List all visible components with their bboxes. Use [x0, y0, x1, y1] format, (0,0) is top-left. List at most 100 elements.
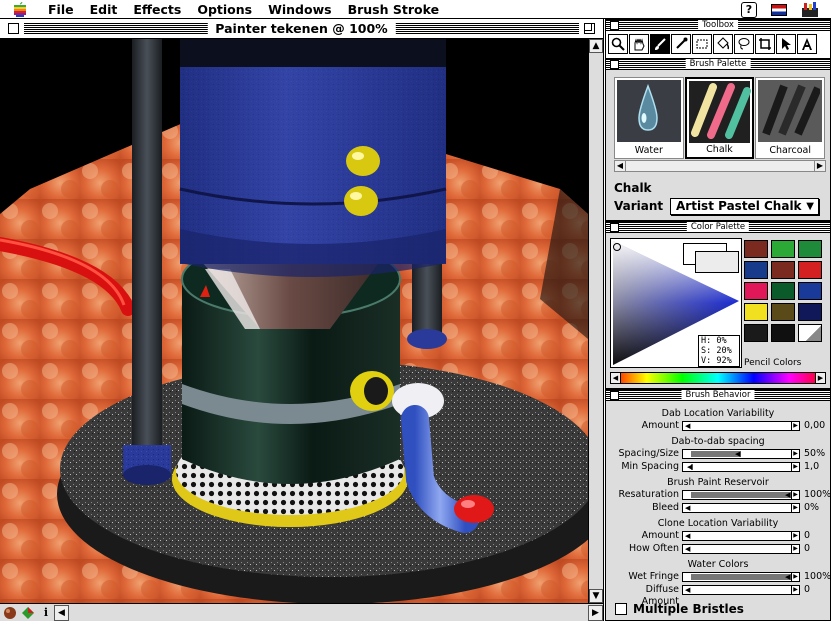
checkbox-icon[interactable]	[615, 603, 627, 615]
hue-left-arrow-icon[interactable]: ◀	[611, 373, 621, 383]
slider-right-arrow-icon[interactable]: ▶	[791, 532, 799, 540]
slider-thumb-icon[interactable]: ◀	[735, 450, 742, 458]
hue-right-arrow-icon[interactable]: ▶	[815, 373, 825, 383]
color-palette-close-box[interactable]	[610, 223, 619, 232]
brush-behavior-title-bar[interactable]: Brush Behavior	[606, 390, 830, 401]
multiple-bristles-checkbox[interactable]: Multiple Bristles	[615, 602, 744, 616]
color-swatch[interactable]	[771, 324, 795, 342]
color-swatch[interactable]	[798, 282, 822, 300]
brush-water[interactable]: Water	[614, 77, 684, 159]
color-swatch[interactable]	[798, 240, 822, 258]
slider-right-arrow-icon[interactable]: ▶	[791, 545, 799, 553]
color-swatch[interactable]	[771, 261, 795, 279]
brush-palette-close-box[interactable]	[610, 60, 619, 69]
menu-file[interactable]: File	[40, 0, 82, 19]
slider-right-arrow-icon[interactable]: ▶	[791, 491, 799, 499]
color-swatch[interactable]	[744, 282, 768, 300]
document-title-bar[interactable]: Painter tekenen @ 100%	[0, 19, 603, 39]
color-swatch[interactable]	[771, 282, 795, 300]
brush-chalk[interactable]: Chalk	[684, 77, 755, 159]
lasso-tool-icon[interactable]	[734, 34, 754, 54]
apple-menu-icon[interactable]	[0, 0, 40, 19]
menu-brush-stroke[interactable]: Brush Stroke	[340, 0, 447, 19]
painting-canvas[interactable]	[0, 39, 588, 603]
scroll-right-icon[interactable]: ▶	[588, 604, 603, 621]
slider-right-arrow-icon[interactable]: ▶	[791, 422, 799, 430]
slider-track[interactable]: ◀ ▶	[682, 544, 800, 554]
slider-right-arrow-icon[interactable]: ▶	[791, 450, 799, 458]
toolbox-title-bar[interactable]: Toolbox	[606, 20, 830, 31]
primary-color-swatch[interactable]	[695, 251, 739, 273]
hue-slider[interactable]: ◀ ▶	[610, 372, 826, 384]
slider-thumb-icon[interactable]: ◀	[685, 545, 692, 553]
brush-scroll-left-icon[interactable]: ◀	[615, 161, 626, 171]
color-swatch[interactable]	[744, 240, 768, 258]
vertical-scrollbar[interactable]: ▲ ▼	[588, 39, 603, 603]
grabber-tool-icon[interactable]	[629, 34, 649, 54]
color-swatch[interactable]	[798, 303, 822, 321]
color-sets-icon[interactable]	[20, 605, 36, 621]
toolbox-close-box[interactable]	[610, 21, 619, 30]
menu-windows[interactable]: Windows	[260, 0, 340, 19]
brush-scroll-right-icon[interactable]: ▶	[814, 161, 825, 171]
slider-track[interactable]: ◀ ▶	[682, 490, 800, 500]
dropdown-arrow-icon: ▼	[806, 201, 814, 212]
slider-right-arrow-icon[interactable]: ▶	[791, 504, 799, 512]
brush-palette-title-bar[interactable]: Brush Palette	[606, 59, 830, 70]
color-swatch[interactable]	[744, 303, 768, 321]
color-swatch[interactable]	[744, 261, 768, 279]
menu-edit[interactable]: Edit	[82, 0, 126, 19]
scroll-down-icon[interactable]: ▼	[589, 589, 603, 603]
paper-texture-icon[interactable]	[2, 605, 18, 621]
text-tool-icon[interactable]	[797, 34, 817, 54]
arrow-tool-icon[interactable]	[776, 34, 796, 54]
keyboard-flag-icon[interactable]	[771, 3, 787, 16]
slider-thumb-icon[interactable]: ◀	[687, 463, 694, 471]
slider-right-arrow-icon[interactable]: ▶	[791, 573, 799, 581]
horizontal-scroll-track[interactable]	[69, 604, 588, 621]
info-icon[interactable]: i	[38, 605, 54, 621]
slider-track[interactable]: ◀ ▶	[682, 421, 800, 431]
slider-track[interactable]: ◀ ▶	[682, 585, 800, 595]
color-swatch[interactable]	[798, 324, 822, 342]
slider-label: Amount	[641, 420, 679, 431]
color-palette-title-bar[interactable]: Color Palette	[606, 222, 830, 233]
rectangle-select-tool-icon[interactable]	[692, 34, 712, 54]
slider-thumb-icon[interactable]: ◀	[685, 422, 692, 430]
slider-thumb-icon[interactable]: ◀	[685, 586, 692, 594]
slider-right-arrow-icon[interactable]: ▶	[791, 463, 799, 471]
scroll-left-icon[interactable]: ◀	[54, 604, 69, 621]
menu-effects[interactable]: Effects	[125, 0, 189, 19]
close-box[interactable]	[8, 23, 19, 34]
menu-options[interactable]: Options	[189, 0, 260, 19]
slider-track[interactable]: ◀ ▶	[682, 531, 800, 541]
color-swatch[interactable]	[771, 303, 795, 321]
brush-tool-icon[interactable]	[650, 34, 670, 54]
help-balloon-icon[interactable]: ?	[741, 1, 757, 18]
paint-bucket-tool-icon[interactable]	[713, 34, 733, 54]
color-swatch[interactable]	[771, 240, 795, 258]
variant-dropdown[interactable]: Artist Pastel Chalk ▼	[670, 198, 819, 215]
color-swatch[interactable]	[798, 261, 822, 279]
magnifier-tool-icon[interactable]	[608, 34, 628, 54]
brush-list-scrollbar[interactable]: ◀ ▶	[614, 160, 826, 172]
scroll-up-icon[interactable]: ▲	[589, 39, 603, 53]
color-swatch[interactable]	[744, 324, 768, 342]
slider-track[interactable]: ◀ ▶	[682, 572, 800, 582]
slider-thumb-icon[interactable]: ◀	[685, 504, 692, 512]
dropper-tool-icon[interactable]	[671, 34, 691, 54]
slider-track[interactable]: ◀ ▶	[682, 503, 800, 513]
brush-behavior-close-box[interactable]	[610, 391, 619, 400]
slider-track[interactable]: ◀ ▶	[682, 462, 800, 472]
slider-thumb-icon[interactable]: ◀	[685, 532, 692, 540]
painter-app-icon[interactable]	[801, 1, 819, 18]
behavior-group-title: Brush Paint Reservoir	[667, 477, 769, 488]
slider-label: How Often	[629, 543, 679, 554]
zoom-box[interactable]	[584, 23, 595, 34]
slider-track[interactable]: ◀ ▶	[682, 449, 800, 459]
brush-charcoal[interactable]: Charcoal	[755, 77, 825, 159]
slider-right-arrow-icon[interactable]: ▶	[791, 586, 799, 594]
crop-tool-icon[interactable]	[755, 34, 775, 54]
behavior-group-title: Clone Location Variability	[657, 518, 779, 529]
behavior-slider-row: Spacing/Size ◀ ▶ 50%	[606, 448, 830, 460]
